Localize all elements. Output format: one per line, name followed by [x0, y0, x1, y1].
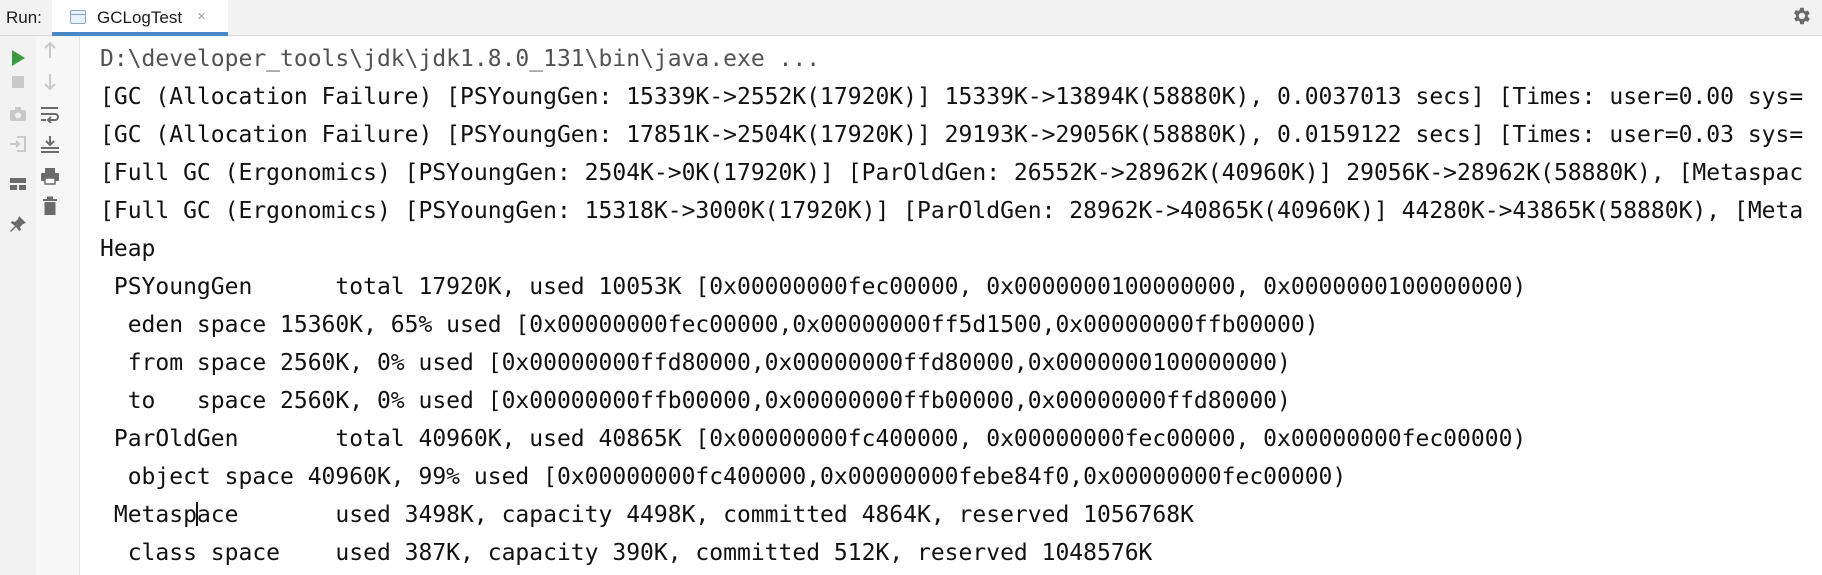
pin-icon[interactable] — [6, 212, 30, 236]
console-line: [Full GC (Ergonomics) [PSYoungGen: 2504K… — [100, 160, 1804, 186]
run-icon[interactable] — [6, 46, 30, 70]
close-tab-icon[interactable]: × — [197, 8, 206, 25]
console-line: ParOldGen total 40960K, used 40865K [0x0… — [100, 426, 1527, 452]
login-icon[interactable] — [6, 132, 30, 156]
console-line: PSYoungGen total 17920K, used 10053K [0x… — [100, 274, 1527, 300]
stop-icon[interactable] — [6, 70, 30, 94]
console-line: to space 2560K, 0% used [0x00000000ffb00… — [100, 388, 1291, 414]
console-line: [Full GC (Ergonomics) [PSYoungGen: 15318… — [100, 198, 1804, 224]
run-label: Run: — [6, 8, 42, 27]
tab-gclogtest[interactable]: GCLogTest × — [52, 0, 228, 36]
console-line: class space used 387K, capacity 390K, co… — [100, 540, 1153, 566]
metaspace-head: Metasp — [100, 502, 197, 528]
print-icon[interactable] — [38, 164, 62, 188]
console-line: [GC (Allocation Failure) [PSYoungGen: 17… — [100, 122, 1804, 148]
run-tool-window-header: Run: GCLogTest × — [0, 0, 1822, 36]
trash-icon[interactable] — [38, 194, 62, 218]
layout-icon[interactable] — [6, 172, 30, 196]
console-line: from space 2560K, 0% used [0x00000000ffd… — [100, 350, 1291, 376]
scroll-to-end-icon[interactable] — [38, 132, 62, 156]
up-arrow-icon[interactable] — [38, 38, 62, 62]
console-line: eden space 15360K, 65% used [0x00000000f… — [100, 312, 1319, 338]
soft-wrap-icon[interactable] — [38, 102, 62, 126]
gear-icon[interactable] — [1790, 5, 1812, 32]
console-line: [GC (Allocation Failure) [PSYoungGen: 15… — [100, 84, 1804, 110]
camera-icon[interactable] — [6, 102, 30, 126]
left-action-toolbar — [0, 36, 36, 575]
console-action-toolbar — [36, 36, 80, 575]
console-output[interactable]: D:\developer_tools\jdk\jdk1.8.0_131\bin\… — [100, 40, 1822, 572]
console-line-metaspace: Metaspace used 3498K, capacity 4498K, co… — [100, 496, 1822, 534]
console-line: object space 40960K, 99% used [0x0000000… — [100, 464, 1347, 490]
down-arrow-icon[interactable] — [38, 70, 62, 94]
tab-title: GCLogTest — [97, 8, 183, 27]
console-command-line: D:\developer_tools\jdk\jdk1.8.0_131\bin\… — [100, 46, 821, 72]
metaspace-tail: ace used 3498K, capacity 4498K, committe… — [196, 502, 1194, 528]
console-line: Heap — [100, 236, 156, 262]
console-window-icon — [70, 10, 86, 24]
